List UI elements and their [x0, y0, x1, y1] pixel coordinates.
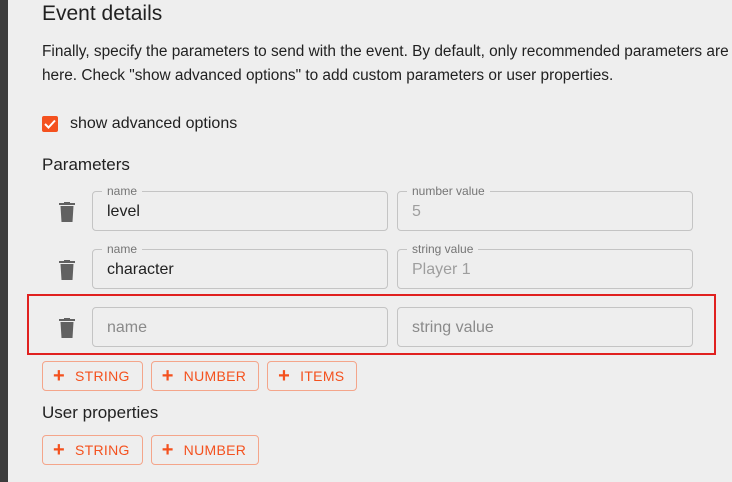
add-items-parameter-button[interactable]: + ITEMS: [267, 361, 358, 391]
add-string-label: STRING: [74, 442, 130, 458]
parameter-row: name level number value 5: [42, 184, 693, 233]
add-string-user-property-button[interactable]: + STRING: [42, 435, 143, 465]
event-details-description: Finally, specify the parameters to send …: [42, 40, 732, 88]
event-details-title: Event details: [42, 2, 163, 25]
event-details-panel: Event details Finally, specify the param…: [42, 0, 732, 482]
parameter-value-value: 5: [412, 203, 421, 220]
parameter-name-label: name: [102, 184, 143, 198]
add-number-parameter-button[interactable]: + NUMBER: [150, 361, 260, 391]
trash-icon[interactable]: [58, 260, 76, 280]
trash-icon[interactable]: [58, 202, 76, 222]
plus-icon: +: [161, 365, 174, 387]
description-line-2: here. Check "show advanced options" to a…: [42, 67, 614, 84]
parameter-value-field[interactable]: string value Player 1: [397, 242, 693, 289]
show-advanced-options-label: show advanced options: [70, 115, 238, 132]
add-string-parameter-button[interactable]: + STRING: [42, 361, 143, 391]
plus-icon: +: [53, 365, 65, 387]
parameter-name-field[interactable]: name level: [92, 184, 388, 231]
add-parameter-buttons: + STRING + NUMBER + ITEMS: [42, 361, 358, 391]
show-advanced-options-toggle[interactable]: show advanced options: [42, 114, 237, 134]
parameter-name-field[interactable]: name character: [92, 242, 388, 289]
parameter-value-field[interactable]: number value 5: [397, 184, 693, 231]
plus-icon: +: [161, 439, 174, 461]
add-items-label: ITEMS: [300, 368, 345, 384]
add-string-label: STRING: [74, 368, 130, 384]
highlight-box: [27, 294, 716, 355]
left-panel-edge: [0, 0, 8, 482]
parameters-title: Parameters: [42, 155, 130, 174]
parameter-value-label: string value: [407, 242, 479, 256]
description-line-1: Finally, specify the parameters to send …: [42, 43, 732, 60]
parameter-row: name character string value Player 1: [42, 242, 693, 291]
parameter-value-label: number value: [407, 184, 490, 198]
add-user-property-buttons: + STRING + NUMBER: [42, 435, 260, 465]
check-icon: [44, 119, 56, 129]
parameter-name-label: name: [102, 242, 143, 256]
show-advanced-options-checkbox[interactable]: [42, 116, 58, 132]
plus-icon: +: [278, 365, 291, 387]
add-number-label: NUMBER: [183, 442, 247, 458]
add-number-label: NUMBER: [183, 368, 247, 384]
plus-icon: +: [53, 439, 65, 461]
parameter-name-value: character: [107, 261, 174, 278]
parameter-value-value: Player 1: [412, 261, 471, 278]
user-properties-title: User properties: [42, 403, 159, 422]
parameter-name-value: level: [107, 203, 140, 220]
add-number-user-property-button[interactable]: + NUMBER: [150, 435, 260, 465]
